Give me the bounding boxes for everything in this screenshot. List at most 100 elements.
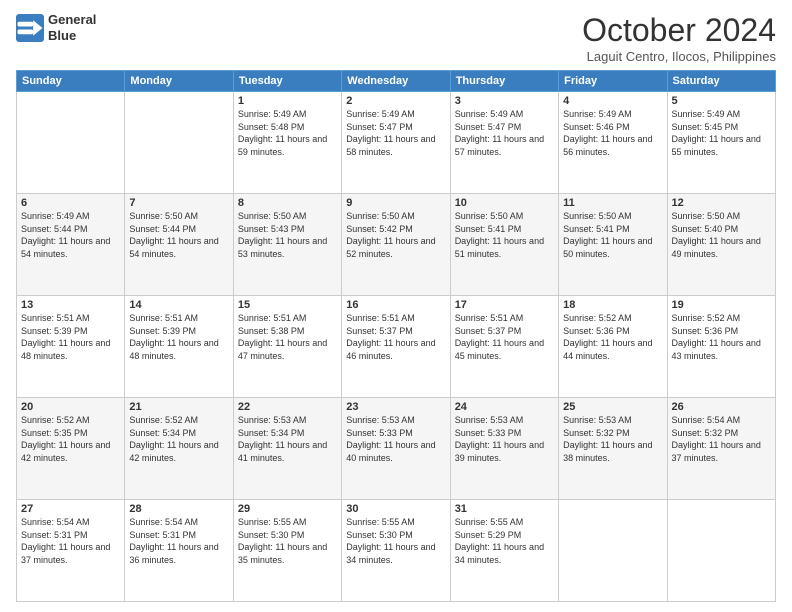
title-block: October 2024 Laguit Centro, Ilocos, Phil…	[582, 12, 776, 64]
weekday-header-wednesday: Wednesday	[342, 71, 450, 92]
logo-line1: General	[48, 12, 96, 28]
day-number: 16	[346, 299, 445, 311]
day-number: 19	[672, 299, 771, 311]
weekday-header-row: SundayMondayTuesdayWednesdayThursdayFrid…	[17, 71, 776, 92]
day-info: Sunrise: 5:51 AMSunset: 5:39 PMDaylight:…	[129, 312, 228, 362]
day-number: 6	[21, 197, 120, 209]
week-row-3: 13Sunrise: 5:51 AMSunset: 5:39 PMDayligh…	[17, 296, 776, 398]
day-info: Sunrise: 5:49 AMSunset: 5:44 PMDaylight:…	[21, 210, 120, 260]
day-info: Sunrise: 5:53 AMSunset: 5:33 PMDaylight:…	[346, 414, 445, 464]
day-info: Sunrise: 5:49 AMSunset: 5:47 PMDaylight:…	[346, 108, 445, 158]
logo-text: General Blue	[48, 12, 96, 43]
day-info: Sunrise: 5:50 AMSunset: 5:43 PMDaylight:…	[238, 210, 337, 260]
day-cell: 10Sunrise: 5:50 AMSunset: 5:41 PMDayligh…	[450, 194, 558, 296]
day-cell: 4Sunrise: 5:49 AMSunset: 5:46 PMDaylight…	[559, 92, 667, 194]
day-number: 20	[21, 401, 120, 413]
day-number: 23	[346, 401, 445, 413]
day-number: 17	[455, 299, 554, 311]
day-cell: 18Sunrise: 5:52 AMSunset: 5:36 PMDayligh…	[559, 296, 667, 398]
day-info: Sunrise: 5:49 AMSunset: 5:45 PMDaylight:…	[672, 108, 771, 158]
day-cell: 17Sunrise: 5:51 AMSunset: 5:37 PMDayligh…	[450, 296, 558, 398]
day-number: 29	[238, 503, 337, 515]
day-cell: 7Sunrise: 5:50 AMSunset: 5:44 PMDaylight…	[125, 194, 233, 296]
day-number: 7	[129, 197, 228, 209]
day-number: 5	[672, 95, 771, 107]
day-cell: 5Sunrise: 5:49 AMSunset: 5:45 PMDaylight…	[667, 92, 775, 194]
day-info: Sunrise: 5:51 AMSunset: 5:39 PMDaylight:…	[21, 312, 120, 362]
day-info: Sunrise: 5:53 AMSunset: 5:34 PMDaylight:…	[238, 414, 337, 464]
day-cell: 28Sunrise: 5:54 AMSunset: 5:31 PMDayligh…	[125, 500, 233, 602]
day-number: 31	[455, 503, 554, 515]
week-row-2: 6Sunrise: 5:49 AMSunset: 5:44 PMDaylight…	[17, 194, 776, 296]
page: General Blue October 2024 Laguit Centro,…	[0, 0, 792, 612]
day-number: 3	[455, 95, 554, 107]
day-number: 12	[672, 197, 771, 209]
day-info: Sunrise: 5:50 AMSunset: 5:42 PMDaylight:…	[346, 210, 445, 260]
day-number: 13	[21, 299, 120, 311]
weekday-header-thursday: Thursday	[450, 71, 558, 92]
day-number: 24	[455, 401, 554, 413]
day-cell: 14Sunrise: 5:51 AMSunset: 5:39 PMDayligh…	[125, 296, 233, 398]
weekday-header-monday: Monday	[125, 71, 233, 92]
day-number: 22	[238, 401, 337, 413]
weekday-header-sunday: Sunday	[17, 71, 125, 92]
weekday-header-tuesday: Tuesday	[233, 71, 341, 92]
day-cell: 25Sunrise: 5:53 AMSunset: 5:32 PMDayligh…	[559, 398, 667, 500]
day-info: Sunrise: 5:54 AMSunset: 5:31 PMDaylight:…	[129, 516, 228, 566]
day-cell: 2Sunrise: 5:49 AMSunset: 5:47 PMDaylight…	[342, 92, 450, 194]
day-cell: 3Sunrise: 5:49 AMSunset: 5:47 PMDaylight…	[450, 92, 558, 194]
day-info: Sunrise: 5:50 AMSunset: 5:41 PMDaylight:…	[455, 210, 554, 260]
week-row-1: 1Sunrise: 5:49 AMSunset: 5:48 PMDaylight…	[17, 92, 776, 194]
day-cell: 29Sunrise: 5:55 AMSunset: 5:30 PMDayligh…	[233, 500, 341, 602]
day-cell: 23Sunrise: 5:53 AMSunset: 5:33 PMDayligh…	[342, 398, 450, 500]
week-row-4: 20Sunrise: 5:52 AMSunset: 5:35 PMDayligh…	[17, 398, 776, 500]
day-number: 2	[346, 95, 445, 107]
day-info: Sunrise: 5:54 AMSunset: 5:32 PMDaylight:…	[672, 414, 771, 464]
day-number: 25	[563, 401, 662, 413]
day-cell	[559, 500, 667, 602]
day-info: Sunrise: 5:53 AMSunset: 5:33 PMDaylight:…	[455, 414, 554, 464]
day-cell: 9Sunrise: 5:50 AMSunset: 5:42 PMDaylight…	[342, 194, 450, 296]
day-cell: 27Sunrise: 5:54 AMSunset: 5:31 PMDayligh…	[17, 500, 125, 602]
logo-icon	[16, 14, 44, 42]
day-cell: 31Sunrise: 5:55 AMSunset: 5:29 PMDayligh…	[450, 500, 558, 602]
day-cell: 22Sunrise: 5:53 AMSunset: 5:34 PMDayligh…	[233, 398, 341, 500]
day-cell: 11Sunrise: 5:50 AMSunset: 5:41 PMDayligh…	[559, 194, 667, 296]
day-cell	[125, 92, 233, 194]
day-number: 15	[238, 299, 337, 311]
day-info: Sunrise: 5:52 AMSunset: 5:35 PMDaylight:…	[21, 414, 120, 464]
day-info: Sunrise: 5:49 AMSunset: 5:48 PMDaylight:…	[238, 108, 337, 158]
day-info: Sunrise: 5:52 AMSunset: 5:36 PMDaylight:…	[672, 312, 771, 362]
day-number: 26	[672, 401, 771, 413]
day-number: 18	[563, 299, 662, 311]
day-info: Sunrise: 5:50 AMSunset: 5:44 PMDaylight:…	[129, 210, 228, 260]
day-info: Sunrise: 5:55 AMSunset: 5:30 PMDaylight:…	[346, 516, 445, 566]
day-number: 21	[129, 401, 228, 413]
day-number: 10	[455, 197, 554, 209]
day-info: Sunrise: 5:51 AMSunset: 5:37 PMDaylight:…	[346, 312, 445, 362]
day-number: 28	[129, 503, 228, 515]
day-info: Sunrise: 5:53 AMSunset: 5:32 PMDaylight:…	[563, 414, 662, 464]
month-title: October 2024	[582, 12, 776, 49]
day-info: Sunrise: 5:54 AMSunset: 5:31 PMDaylight:…	[21, 516, 120, 566]
week-row-5: 27Sunrise: 5:54 AMSunset: 5:31 PMDayligh…	[17, 500, 776, 602]
day-info: Sunrise: 5:50 AMSunset: 5:41 PMDaylight:…	[563, 210, 662, 260]
location: Laguit Centro, Ilocos, Philippines	[582, 49, 776, 64]
day-number: 30	[346, 503, 445, 515]
day-cell: 26Sunrise: 5:54 AMSunset: 5:32 PMDayligh…	[667, 398, 775, 500]
logo: General Blue	[16, 12, 96, 43]
day-cell: 6Sunrise: 5:49 AMSunset: 5:44 PMDaylight…	[17, 194, 125, 296]
day-cell: 1Sunrise: 5:49 AMSunset: 5:48 PMDaylight…	[233, 92, 341, 194]
day-info: Sunrise: 5:55 AMSunset: 5:29 PMDaylight:…	[455, 516, 554, 566]
day-info: Sunrise: 5:51 AMSunset: 5:38 PMDaylight:…	[238, 312, 337, 362]
logo-line2: Blue	[48, 28, 96, 44]
day-cell: 30Sunrise: 5:55 AMSunset: 5:30 PMDayligh…	[342, 500, 450, 602]
day-number: 9	[346, 197, 445, 209]
calendar-table: SundayMondayTuesdayWednesdayThursdayFrid…	[16, 70, 776, 602]
day-cell	[667, 500, 775, 602]
day-number: 14	[129, 299, 228, 311]
day-number: 1	[238, 95, 337, 107]
day-cell: 16Sunrise: 5:51 AMSunset: 5:37 PMDayligh…	[342, 296, 450, 398]
day-cell: 19Sunrise: 5:52 AMSunset: 5:36 PMDayligh…	[667, 296, 775, 398]
day-info: Sunrise: 5:50 AMSunset: 5:40 PMDaylight:…	[672, 210, 771, 260]
